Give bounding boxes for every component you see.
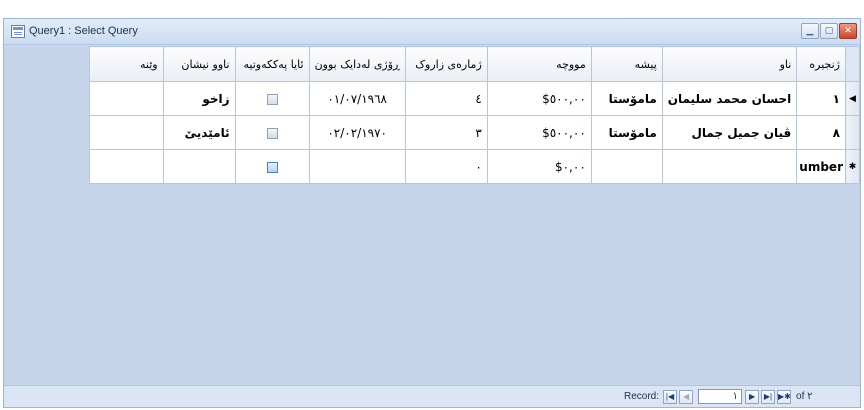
cell-disabled[interactable] [234,149,310,184]
disabled-checkbox[interactable] [266,161,278,173]
datasheet-grid: وێنە ناو‌و نیشان ئایا پەککەوتیە ڕۆژی لەد… [88,46,860,184]
current-record-indicator-icon[interactable]: ◀ [845,81,860,116]
previous-record-icon[interactable]: ◀ [679,389,694,404]
cell-photo[interactable] [88,149,164,184]
new-record-icon[interactable]: ✱ [845,149,860,184]
cell-job[interactable] [590,149,663,184]
cell-serial[interactable]: umber [796,149,846,184]
column-header-salary[interactable]: مووچە [486,46,592,82]
current-record-field[interactable]: ١ [698,389,743,404]
new-record-nav-icon[interactable]: ▶✱ [777,389,792,404]
title-bar: Query1 : Select Query ▁ ▢ ✕ [4,19,860,45]
cell-children[interactable]: ٤ [404,81,488,116]
cell-photo[interactable] [88,115,164,150]
disabled-checkbox[interactable] [266,127,278,139]
cell-serial[interactable]: ٨ [796,115,846,150]
column-header-children[interactable]: ژمارەی زاروک [404,46,488,82]
cell-serial[interactable]: ١ [796,81,846,116]
column-header-serial[interactable]: ژنجیرە [796,46,846,82]
cell-birthdate[interactable]: ٠١/٠٧/١٩٦٨ [308,81,406,116]
column-header-name[interactable]: ناو [661,46,798,82]
close-button[interactable]: ✕ [839,23,857,39]
cell-address[interactable]: ئامێدیێ [162,115,236,150]
cell-name[interactable] [661,149,798,184]
next-record-icon[interactable]: ▶ [745,389,760,404]
column-header-photo[interactable]: وێنە [88,46,164,82]
column-header-job[interactable]: پیشە [590,46,663,82]
query-window: Query1 : Select Query ▁ ▢ ✕ وێنە ناو‌و ن… [3,18,861,408]
column-header-disabled[interactable]: ئایا پەککەوتیە [234,46,310,82]
record-label: Record: [624,391,660,402]
query-icon [11,25,25,38]
cell-address[interactable]: زاخو [162,81,236,116]
cell-salary[interactable]: $٥٠٠,٠٠ [486,81,592,116]
maximize-button[interactable]: ▢ [820,23,838,39]
record-count: of ٢ [796,391,813,402]
record-selector[interactable] [845,115,860,150]
cell-salary[interactable]: $٥٠٠,٠٠ [486,115,592,150]
cell-disabled[interactable] [234,81,310,116]
table-row: زاخو ٠١/٠٧/١٩٦٨ ٤ $٥٠٠,٠٠ مامۆستا احسان … [88,81,860,116]
cell-children[interactable]: ٠ [404,149,488,184]
cell-salary[interactable]: $٠,٠٠ [486,149,592,184]
table-row: ئامێدیێ ٠٢/٠٢/١٩٧٠ ٣ $٥٠٠,٠٠ مامۆستا ڤیا… [88,115,860,150]
cell-children[interactable]: ٣ [404,115,488,150]
new-record-row: ٠ $٠,٠٠ umber ✱ [88,149,860,184]
cell-job[interactable]: مامۆستا [590,81,663,116]
select-all-corner[interactable] [845,46,860,82]
minimize-button[interactable]: ▁ [801,23,819,39]
disabled-checkbox[interactable] [266,93,278,105]
window-title: Query1 : Select Query [29,25,138,37]
column-header-address[interactable]: ناو‌و نیشان [162,46,236,82]
cell-birthdate[interactable] [308,149,406,184]
first-record-icon[interactable]: |◀ [663,389,678,404]
cell-job[interactable]: مامۆستا [590,115,663,150]
record-navigation-bar: Record: |◀ ◀ ١ ▶ ▶| ▶✱ of ٢ [4,385,860,407]
datasheet-area: وێنە ناو‌و نیشان ئایا پەککەوتیە ڕۆژی لەد… [4,46,860,385]
cell-name[interactable]: احسان محمد سليمان [661,81,798,116]
cell-address[interactable] [162,149,236,184]
header-row: وێنە ناو‌و نیشان ئایا پەککەوتیە ڕۆژی لەد… [88,46,860,82]
cell-photo[interactable] [88,81,164,116]
column-header-birthdate[interactable]: ڕۆژی لەدایک بوون [308,46,406,82]
cell-disabled[interactable] [234,115,310,150]
cell-name[interactable]: ڤیان جمیل جمال [661,115,798,150]
last-record-icon[interactable]: ▶| [761,389,776,404]
cell-birthdate[interactable]: ٠٢/٠٢/١٩٧٠ [308,115,406,150]
